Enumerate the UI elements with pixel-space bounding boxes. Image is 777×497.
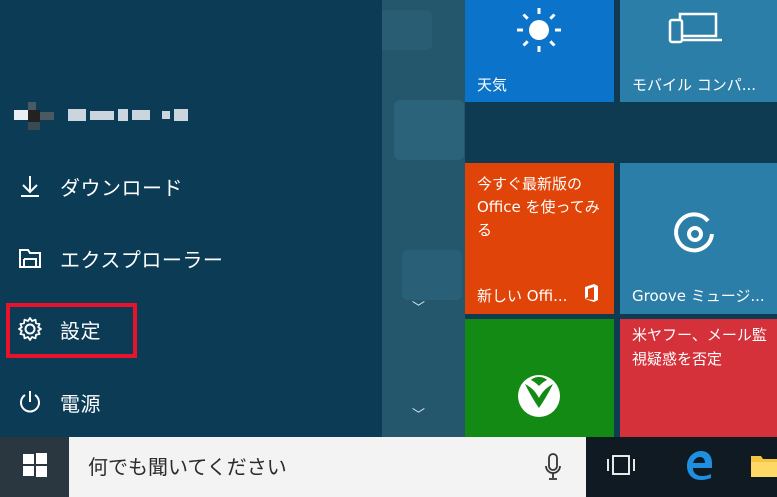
tile-weather[interactable]: 天気: [465, 0, 614, 102]
menu-item-explorer[interactable]: エクスプローラー: [0, 232, 382, 284]
tile-text-line: 視疑惑を否定: [632, 350, 723, 368]
user-name-redacted: [68, 109, 188, 121]
menu-item-label: 電源: [60, 391, 101, 416]
tile-label: モバイル コンパ...: [632, 76, 757, 94]
download-icon: [0, 174, 60, 198]
windows-logo-icon: [22, 453, 47, 481]
groove-disc-icon: [672, 211, 718, 261]
tile-news[interactable]: 米ヤフー、メール監 視疑惑を否定: [620, 319, 777, 437]
task-view-button[interactable]: [598, 437, 644, 497]
start-button[interactable]: [0, 437, 69, 497]
power-icon: [0, 389, 60, 415]
menu-item-label: エクスプローラー: [60, 247, 224, 272]
sun-icon: [515, 6, 563, 58]
tile-text-line: Office を使ってみ: [477, 198, 600, 216]
file-explorer-button[interactable]: [748, 437, 777, 497]
tile-office[interactable]: 今すぐ最新版の Office を使ってみ る 新しい Offi...: [465, 163, 614, 314]
chevron-down-icon[interactable]: ﹀: [412, 297, 425, 316]
edge-browser-button[interactable]: [676, 437, 722, 497]
task-view-icon: [606, 454, 636, 480]
settings-highlight-box: [6, 303, 137, 358]
search-input[interactable]: [88, 452, 528, 482]
tile-xbox[interactable]: [465, 319, 614, 437]
tile-label: 天気: [477, 76, 508, 94]
folder-icon: [0, 247, 60, 269]
folder-icon: [750, 452, 777, 482]
microphone-icon[interactable]: [545, 453, 561, 485]
blurred-background-strip: [382, 0, 465, 437]
tile-label: 新しい Offi...: [477, 287, 568, 305]
menu-item-power[interactable]: 電源: [0, 376, 382, 428]
tile-groove-music[interactable]: Groove ミュージ...: [620, 163, 777, 314]
tile-text-line: 米ヤフー、メール監: [632, 326, 767, 344]
phone-laptop-icon: [668, 12, 726, 50]
search-box[interactable]: [69, 437, 586, 497]
edge-icon: [684, 450, 714, 484]
xbox-logo-icon: [517, 374, 561, 422]
tile-label: Groove ミュージ...: [632, 287, 765, 305]
taskbar: [0, 437, 777, 497]
menu-item-downloads[interactable]: ダウンロード: [0, 160, 382, 212]
chevron-down-icon[interactable]: ﹀: [412, 404, 425, 423]
user-account[interactable]: [14, 95, 188, 135]
tile-text-line: る: [477, 221, 493, 239]
menu-item-label: ダウンロード: [60, 175, 183, 200]
tile-text-line: 今すぐ最新版の: [477, 175, 583, 193]
office-logo-icon: [583, 284, 599, 306]
tile-mobile-companion[interactable]: モバイル コンパ...: [620, 0, 777, 102]
avatar: [14, 100, 54, 130]
start-menu-left-pane: ダウンロード エクスプローラー 設定 電源: [0, 0, 382, 437]
